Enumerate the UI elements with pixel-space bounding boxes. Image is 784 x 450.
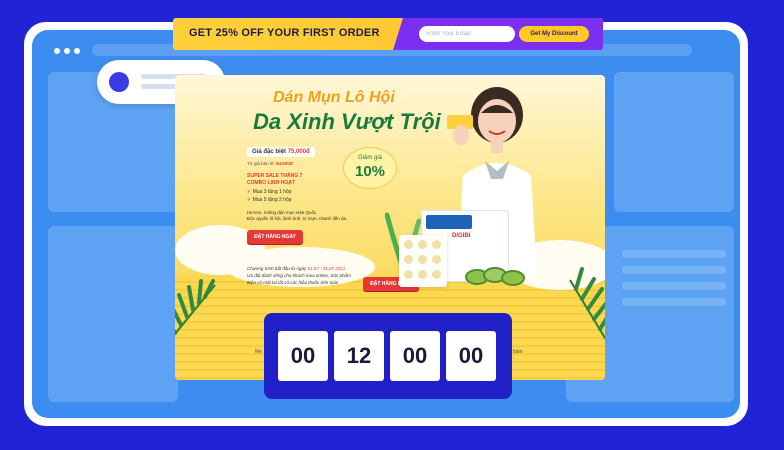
patch-dot: [418, 270, 427, 279]
sale-item-label: Mua 5 tặng 2 hộp: [252, 197, 292, 203]
patch-dot: [404, 240, 413, 249]
sale-heading-line-1: SUPER SALE THÁNG 7: [247, 173, 303, 179]
headline-line-1: Dán Mụn Lô Hội: [273, 89, 395, 106]
promo-headline: GET 25% OFF YOUR FIRST ORDER: [189, 27, 380, 39]
countdown-minutes: 00: [390, 331, 440, 381]
countdown-timer: 00 12 00 00: [264, 313, 512, 399]
special-price-label: Giá đặc biệt: [252, 149, 287, 155]
placeholder-line: [622, 298, 726, 306]
placeholder-panel-right-top: [614, 72, 734, 212]
footer-text-left: Me: [255, 349, 262, 355]
program-line: Chương trình bắt đầu từ ngày 01.07 - 31.…: [247, 265, 351, 272]
countdown-seconds: 00: [446, 331, 496, 381]
discount-value: 10%: [354, 163, 386, 180]
patch-dot: [404, 255, 413, 264]
patch-dot: [432, 255, 441, 264]
footer-text-right: bám: [513, 349, 523, 355]
retail-price-value: 94,000đ: [276, 161, 293, 166]
sale-item: ✓ Mua 5 tặng 2 hộp: [247, 197, 292, 203]
patch-dot: [418, 240, 427, 249]
headline-line-2: Da Xinh Vượt Trội: [253, 109, 441, 134]
patch-dot: [432, 240, 441, 249]
patch-dot: [418, 255, 427, 264]
email-input[interactable]: [419, 26, 515, 42]
product-name: DIGIBI: [452, 233, 471, 239]
check-icon: ✓: [247, 189, 252, 195]
discount-badge: Giảm giá 10%: [343, 147, 397, 189]
special-price-value: 75,000đ: [287, 149, 310, 155]
get-discount-button[interactable]: Get My Discount: [519, 26, 589, 42]
palm-leaf-icon: [569, 267, 605, 340]
retail-price-label: Từ giá bán lẻ:: [247, 161, 275, 166]
window-dot: [54, 48, 60, 54]
aloe-slices-icon: [465, 267, 525, 286]
sale-item: ✓ Mua 3 tặng 1 hộp: [247, 189, 292, 195]
product-box-header: [426, 215, 472, 229]
program-line: Biện có mặt tại tất cả các hiệu thuốc tr…: [247, 280, 339, 285]
program-notice: Chương trình bắt đầu từ ngày 01.07 - 31.…: [247, 265, 351, 286]
patch-dot: [404, 270, 413, 279]
window-controls: [54, 48, 80, 54]
placeholder-line: [622, 266, 726, 274]
sale-item-label: Mua 3 tặng 1 hộp: [252, 189, 292, 195]
product-description: Himom, miếng dán mụn Hàn Quốc. Độc quyền…: [247, 210, 347, 222]
countdown-days: 00: [278, 331, 328, 381]
placeholder-line: [622, 282, 726, 290]
window-dot: [64, 48, 70, 54]
promo-banner: GET 25% OFF YOUR FIRST ORDER Get My Disc…: [173, 18, 603, 50]
placeholder-line: [622, 250, 726, 258]
sale-heading-line-2: COMBO LINH HOẠT: [247, 180, 295, 186]
check-icon: ✓: [247, 197, 252, 203]
placeholder-panel-left-bottom: [48, 226, 178, 402]
program-line: Ưu đãi dành riêng cho khách mua online. …: [247, 273, 351, 278]
patch-sheet: [399, 235, 447, 287]
discount-label: Giảm giá: [357, 155, 382, 161]
patch-dot: [432, 270, 441, 279]
window-dot: [74, 48, 80, 54]
program-dates: 01.07 - 31.07.2021: [307, 266, 346, 271]
retail-price: Từ giá bán lẻ: 94,000đ: [247, 161, 293, 166]
order-now-button[interactable]: ĐẶT HÀNG NGAY: [247, 230, 303, 244]
description-line: Độc quyền lô hội, lành tính, trị mụn, nh…: [247, 216, 348, 221]
countdown-hours: 12: [334, 331, 384, 381]
avatar: [109, 72, 129, 92]
special-price: Giá đặc biệt 75,000đ: [247, 147, 315, 157]
sale-heading: SUPER SALE THÁNG 7 COMBO LINH HOẠT: [247, 173, 302, 187]
program-date-prefix: Chương trình bắt đầu từ ngày: [247, 266, 307, 271]
palm-leaf-icon: [175, 279, 216, 336]
